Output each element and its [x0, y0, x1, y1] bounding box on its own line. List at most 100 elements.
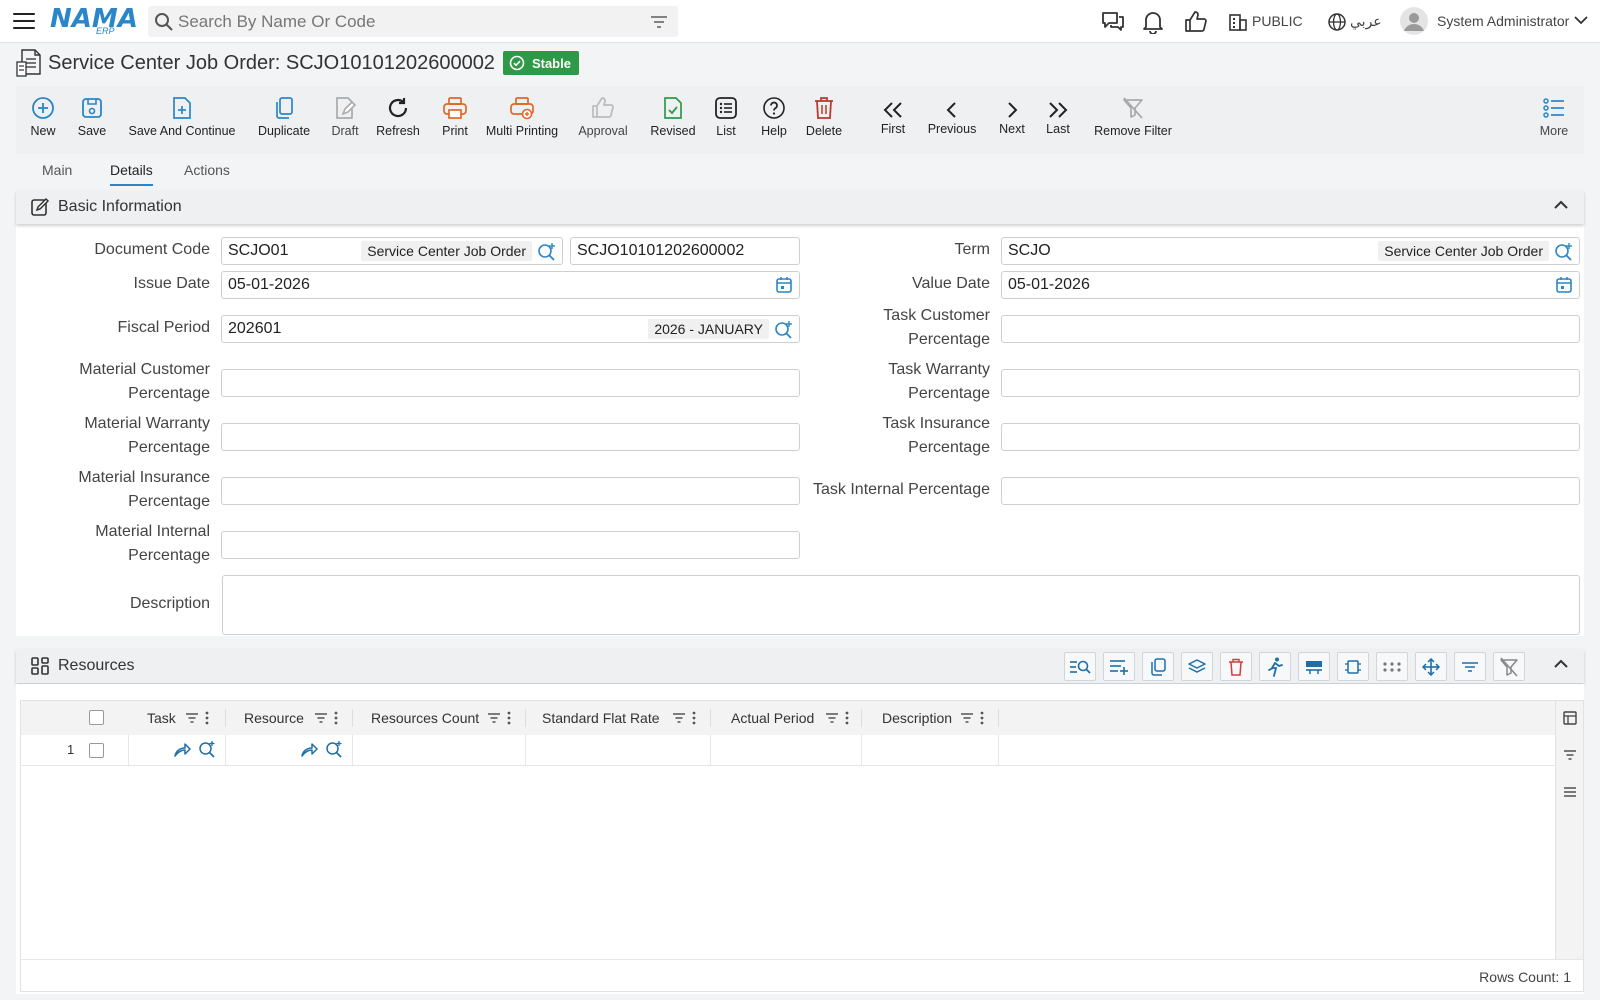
search-plus-icon[interactable]	[325, 740, 343, 758]
table-row[interactable]: 1	[21, 735, 1556, 766]
column-description[interactable]: Description	[862, 701, 998, 735]
column-actual-period[interactable]: Actual Period	[711, 701, 861, 735]
search-plus-icon[interactable]	[198, 740, 216, 758]
column-menu-icon[interactable]	[980, 711, 984, 725]
filter-icon[interactable]	[672, 711, 686, 725]
previous-button[interactable]: Previous	[928, 86, 976, 154]
tab-details[interactable]: Details	[110, 162, 153, 186]
basic-info-header[interactable]: Basic Information	[16, 190, 1584, 224]
last-button[interactable]: Last	[1044, 86, 1072, 154]
next-button[interactable]: Next	[998, 86, 1026, 154]
remove-filter-button[interactable]: Remove Filter	[1094, 86, 1172, 154]
task-insurance-field[interactable]	[1001, 423, 1580, 451]
value-date-field[interactable]: 05-01-2026	[1001, 271, 1580, 299]
search-plus-icon[interactable]	[537, 242, 557, 262]
chat-icon[interactable]	[1100, 10, 1126, 34]
task-internal-field[interactable]	[1001, 477, 1580, 505]
layers-button[interactable]	[1181, 652, 1213, 681]
column-menu-icon[interactable]	[845, 711, 849, 725]
duplicate-button[interactable]: Duplicate	[258, 86, 310, 154]
material-warranty-field[interactable]	[221, 423, 800, 451]
draft-button[interactable]: Draft	[330, 86, 360, 154]
refresh-button[interactable]: Refresh	[376, 86, 420, 154]
cell-description[interactable]	[862, 735, 999, 766]
cell-standard-flat-rate[interactable]	[526, 735, 711, 766]
copy-line-button[interactable]	[1142, 652, 1174, 681]
resources-header[interactable]: Resources	[16, 649, 1584, 683]
task-customer-field[interactable]	[1001, 315, 1580, 343]
print-button[interactable]: Print	[440, 86, 470, 154]
logo[interactable]: NAMA ERP	[50, 4, 138, 38]
chevron-down-icon[interactable]	[1574, 15, 1588, 25]
run-button[interactable]	[1259, 652, 1291, 681]
avatar[interactable]	[1400, 7, 1428, 35]
add-line-button[interactable]	[1103, 652, 1135, 681]
globe-icon[interactable]	[1327, 12, 1347, 32]
branch-label[interactable]: PUBLIC	[1252, 13, 1303, 29]
cell-actual-period[interactable]	[711, 735, 862, 766]
grid-remove-filter-button[interactable]	[1493, 652, 1525, 681]
menu-lines-icon[interactable]	[1563, 785, 1577, 799]
document-number-field[interactable]: SCJO10101202600002	[570, 237, 800, 265]
column-resource[interactable]: Resource	[226, 701, 352, 735]
delete-button[interactable]: Delete	[804, 86, 844, 154]
column-menu-icon[interactable]	[205, 711, 209, 725]
column-menu-icon[interactable]	[507, 711, 511, 725]
select-all-checkbox[interactable]	[89, 710, 104, 725]
column-task[interactable]: Task	[129, 701, 225, 735]
document-code-field[interactable]: SCJO01 Service Center Job Order	[221, 237, 563, 265]
column-menu-icon[interactable]	[334, 711, 338, 725]
calendar-icon[interactable]	[775, 276, 793, 294]
grid-filter-button[interactable]	[1454, 652, 1486, 681]
description-textarea[interactable]	[222, 575, 1580, 635]
share-arrow-icon[interactable]	[300, 742, 318, 758]
column-separator[interactable]	[998, 709, 999, 727]
term-field[interactable]: SCJO Service Center Job Order	[1001, 237, 1580, 265]
thumbs-up-icon[interactable]	[1184, 10, 1208, 34]
filter-icon[interactable]	[825, 711, 839, 725]
tab-actions[interactable]: Actions	[184, 162, 230, 184]
chevron-up-icon[interactable]	[1554, 659, 1568, 669]
delete-line-button[interactable]	[1220, 652, 1252, 681]
chip-button[interactable]	[1337, 652, 1369, 681]
menu-icon[interactable]	[12, 10, 36, 32]
share-arrow-icon[interactable]	[173, 742, 191, 758]
list-button[interactable]: List	[714, 86, 738, 154]
row-checkbox[interactable]	[89, 743, 104, 758]
search-plus-icon[interactable]	[774, 320, 794, 340]
fill-down-button[interactable]	[1298, 652, 1330, 681]
column-menu-icon[interactable]	[692, 711, 696, 725]
filter-icon[interactable]	[960, 711, 974, 725]
filter-icon[interactable]	[1563, 749, 1577, 761]
tab-main[interactable]: Main	[42, 162, 72, 184]
task-warranty-field[interactable]	[1001, 369, 1580, 397]
material-insurance-field[interactable]	[221, 477, 800, 505]
approval-button[interactable]: Approval	[578, 86, 628, 154]
fiscal-period-field[interactable]: 202601 2026 - JANUARY	[221, 315, 800, 343]
issue-date-field[interactable]: 05-01-2026	[221, 271, 800, 299]
material-internal-field[interactable]	[221, 531, 800, 559]
filter-icon[interactable]	[487, 711, 501, 725]
cell-resource[interactable]	[226, 735, 353, 766]
help-button[interactable]: Help	[760, 86, 788, 154]
column-resources-count[interactable]: Resources Count	[353, 701, 525, 735]
search-input[interactable]	[178, 6, 638, 37]
save-and-continue-button[interactable]: Save And Continue	[128, 86, 236, 154]
user-name[interactable]: System Administrator	[1437, 13, 1569, 29]
column-standard-flat-rate[interactable]: Standard Flat Rate	[526, 701, 710, 735]
filter-icon[interactable]	[650, 14, 668, 30]
new-button[interactable]: New	[28, 86, 58, 154]
calendar-icon[interactable]	[1555, 276, 1573, 294]
save-button[interactable]: Save	[76, 86, 108, 154]
chevron-up-icon[interactable]	[1554, 200, 1568, 210]
material-customer-field[interactable]	[221, 369, 800, 397]
more-button[interactable]: More	[1538, 86, 1570, 154]
search-plus-icon[interactable]	[1554, 242, 1574, 262]
move-button[interactable]	[1415, 652, 1447, 681]
first-button[interactable]: First	[880, 86, 906, 154]
filter-icon[interactable]	[314, 711, 328, 725]
multi-printing-button[interactable]: Multi Printing	[486, 86, 558, 154]
revised-button[interactable]: Revised	[650, 86, 696, 154]
columns-icon[interactable]	[1563, 711, 1577, 725]
bell-icon[interactable]	[1142, 10, 1164, 34]
